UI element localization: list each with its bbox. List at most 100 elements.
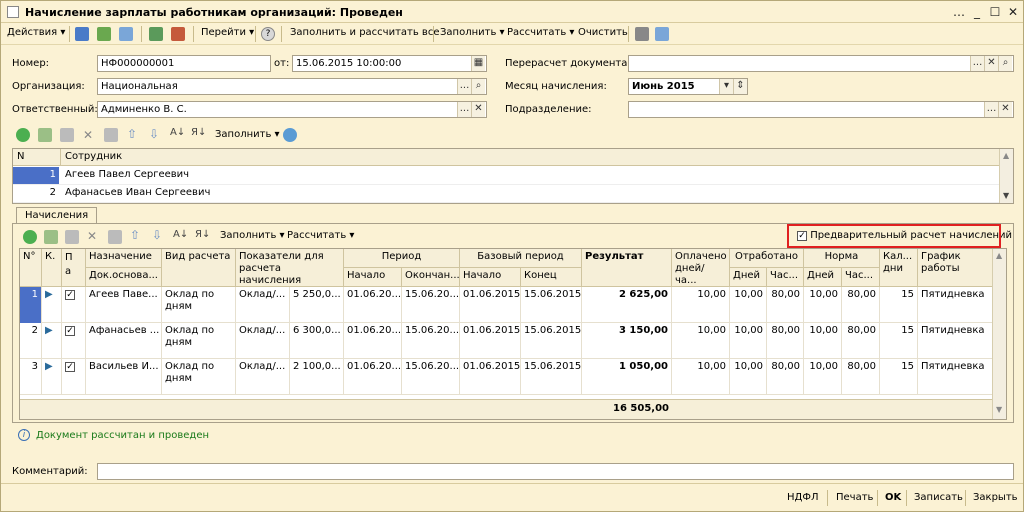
print-button[interactable]: Печать bbox=[836, 492, 873, 503]
edit-icon[interactable] bbox=[60, 128, 74, 142]
spin-icon[interactable]: ⇕ bbox=[733, 79, 747, 94]
calendar-icon[interactable]: ▦ bbox=[471, 56, 485, 71]
ndfl-button[interactable]: НДФЛ bbox=[787, 492, 818, 503]
open-icon[interactable]: ⌕ bbox=[471, 79, 485, 94]
column-header[interactable]: График работы bbox=[918, 249, 994, 287]
close-window-button[interactable]: ✕ bbox=[1005, 4, 1021, 20]
select-button[interactable]: ... bbox=[457, 79, 471, 94]
scroll-up-icon[interactable]: ▲ bbox=[996, 251, 1002, 260]
column-header[interactable]: Час... bbox=[842, 268, 880, 287]
comment-field[interactable] bbox=[97, 463, 1014, 480]
fill-menu[interactable]: Заполнить ▾ bbox=[440, 27, 505, 38]
tab-accruals[interactable]: Начисления bbox=[16, 207, 98, 224]
delete-icon[interactable]: ✕ bbox=[83, 128, 93, 142]
number-field[interactable]: НФ000000001 bbox=[97, 55, 271, 72]
scrollbar[interactable]: ▲ ▼ bbox=[992, 249, 1006, 419]
delete-icon[interactable]: ✕ bbox=[87, 229, 97, 243]
post-icon[interactable] bbox=[75, 27, 89, 41]
column-header[interactable]: Начало bbox=[460, 268, 521, 287]
sort-desc-icon[interactable]: Я↓ bbox=[195, 229, 210, 240]
actions-menu[interactable]: Действия ▾ bbox=[7, 27, 65, 38]
column-header[interactable]: Результат bbox=[582, 249, 672, 287]
close-button[interactable]: Закрыть bbox=[973, 492, 1018, 503]
column-header[interactable]: Па bbox=[62, 249, 86, 287]
employees-fill-menu[interactable]: Заполнить ▾ bbox=[215, 129, 280, 140]
column-header[interactable]: Конец bbox=[521, 268, 582, 287]
input-on-basis-icon[interactable] bbox=[149, 27, 163, 41]
chevron-down-icon[interactable]: ▾ bbox=[719, 79, 733, 94]
help-window-button[interactable]: … bbox=[951, 4, 967, 20]
sort-asc-icon[interactable]: A↓ bbox=[173, 229, 188, 240]
post-close-icon[interactable] bbox=[97, 27, 111, 41]
column-header[interactable]: Оплачено дней/ча... bbox=[672, 249, 730, 287]
department-field[interactable] bbox=[628, 101, 1014, 118]
move-down-icon[interactable]: ⇩ bbox=[152, 228, 162, 242]
move-down-icon[interactable]: ⇩ bbox=[149, 127, 159, 141]
columns-icon[interactable] bbox=[635, 27, 649, 41]
organization-field[interactable]: Национальная bbox=[97, 78, 487, 95]
table-row[interactable]: 2 Афанасьев Иван Сергеевич bbox=[13, 185, 999, 203]
column-header[interactable]: Норма bbox=[804, 249, 880, 268]
scrollbar[interactable]: ▲ ▼ bbox=[999, 149, 1013, 203]
column-header[interactable]: Док.основа... bbox=[86, 268, 162, 287]
table-row[interactable]: 2 ▶ ✓ Афанасьев ... Оклад по дням Оклад/… bbox=[20, 323, 994, 359]
column-header[interactable]: Дней bbox=[804, 268, 842, 287]
active-checkbox[interactable]: ✓ bbox=[65, 326, 75, 336]
active-checkbox[interactable]: ✓ bbox=[65, 362, 75, 372]
scroll-down-icon[interactable]: ▼ bbox=[996, 405, 1002, 414]
column-header[interactable]: N° bbox=[20, 249, 42, 287]
column-header[interactable]: Начало bbox=[344, 268, 402, 287]
move-up-icon[interactable]: ⇧ bbox=[127, 127, 137, 141]
clear-icon[interactable]: ✕ bbox=[998, 102, 1012, 117]
column-header[interactable]: Дней bbox=[730, 268, 767, 287]
add-icon[interactable] bbox=[16, 128, 30, 142]
column-header[interactable]: Показатели для расчета начисления bbox=[236, 249, 344, 287]
column-header[interactable]: Базовый период bbox=[460, 249, 582, 268]
select-button[interactable]: ... bbox=[984, 102, 998, 117]
sort-asc-icon[interactable]: A↓ bbox=[170, 127, 185, 138]
active-checkbox[interactable]: ✓ bbox=[65, 290, 75, 300]
column-header[interactable]: N bbox=[17, 151, 24, 162]
column-header[interactable]: Сотрудник bbox=[65, 151, 122, 162]
column-header[interactable]: Период bbox=[344, 249, 460, 268]
settings-list-icon[interactable] bbox=[655, 27, 669, 41]
clear-icon[interactable]: ✕ bbox=[471, 102, 485, 117]
edit-icon[interactable] bbox=[65, 230, 79, 244]
calculate-icon[interactable] bbox=[119, 27, 133, 41]
column-header[interactable]: Вид расчета bbox=[162, 249, 236, 287]
table-row[interactable]: 1 Агеев Павел Сергеевич bbox=[13, 167, 999, 185]
sort-desc-icon[interactable]: Я↓ bbox=[191, 127, 206, 138]
save-button[interactable]: Записать bbox=[914, 492, 963, 503]
move-up-icon[interactable]: ⇧ bbox=[130, 228, 140, 242]
date-field[interactable]: 15.06.2015 10:00:00 bbox=[292, 55, 487, 72]
clear-icon[interactable]: ✕ bbox=[984, 56, 998, 71]
structure-icon[interactable] bbox=[171, 27, 185, 41]
end-edit-icon[interactable] bbox=[108, 230, 122, 244]
recalc-field[interactable] bbox=[628, 55, 1014, 72]
calculate-menu[interactable]: Рассчитать ▾ bbox=[507, 27, 574, 38]
column-header[interactable]: Отработано bbox=[730, 249, 804, 268]
maximize-button[interactable]: ☐ bbox=[987, 4, 1003, 20]
responsible-field[interactable]: Админенко В. С. bbox=[97, 101, 487, 118]
column-header[interactable]: Час... bbox=[767, 268, 804, 287]
column-header[interactable]: К. bbox=[42, 249, 62, 287]
fill-and-calculate-all-button[interactable]: Заполнить и рассчитать все bbox=[290, 27, 439, 38]
add-icon[interactable] bbox=[23, 230, 37, 244]
copy-icon[interactable] bbox=[44, 230, 58, 244]
select-button[interactable]: ... bbox=[970, 56, 984, 71]
end-edit-icon[interactable] bbox=[104, 128, 118, 142]
table-row[interactable]: 1 ▶ ✓ Агеев Паве... Оклад по дням Оклад/… bbox=[20, 287, 994, 323]
copy-icon[interactable] bbox=[38, 128, 52, 142]
minimize-button[interactable]: _ bbox=[969, 4, 985, 20]
accruals-fill-menu[interactable]: Заполнить ▾ bbox=[220, 230, 285, 241]
goto-menu[interactable]: Перейти ▾ bbox=[201, 27, 254, 38]
select-employees-icon[interactable] bbox=[283, 128, 297, 142]
accruals-calculate-menu[interactable]: Рассчитать ▾ bbox=[287, 230, 354, 241]
select-button[interactable]: ... bbox=[457, 102, 471, 117]
ok-button[interactable]: OK bbox=[885, 492, 901, 503]
scroll-down-icon[interactable]: ▼ bbox=[1003, 191, 1009, 200]
column-header[interactable]: Назначение bbox=[86, 249, 162, 268]
table-row[interactable]: 3 ▶ ✓ Васильев И... Оклад по дням Оклад/… bbox=[20, 359, 994, 395]
open-icon[interactable]: ⌕ bbox=[998, 56, 1012, 71]
column-header[interactable]: Окончан... bbox=[402, 268, 460, 287]
